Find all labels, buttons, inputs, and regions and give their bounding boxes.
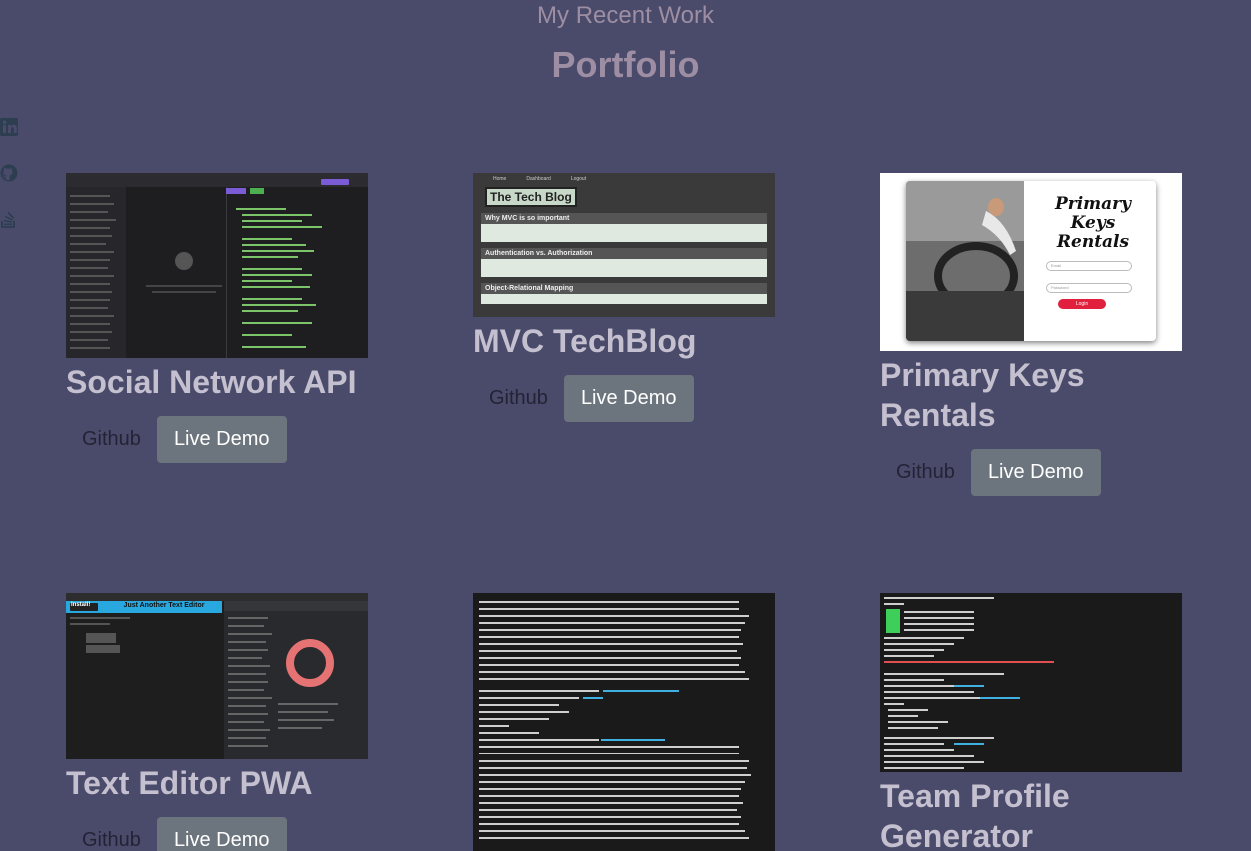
project-card-social-network-api: Social Network API Github Live Demo [66,173,368,463]
stackoverflow-icon[interactable] [0,210,18,228]
project-title: Text Editor PWA [66,765,313,801]
github-link[interactable]: Github [473,387,564,410]
github-link[interactable]: Github [880,461,971,484]
project-title: Social Network API [66,364,357,400]
thumb-post-body [481,294,767,304]
project-card-employee-tracker [473,593,775,851]
live-demo-button[interactable]: Live Demo [156,416,287,463]
thumb-post-body [481,224,767,242]
social-links [0,118,20,256]
project-card-team-profile-generator: Team Profile Generator [880,593,1182,851]
thumb-post-title: Why MVC is so important [481,213,767,224]
thumb-login-button: Login [1058,299,1106,309]
project-title: Primary Keys Rentals [880,357,1085,433]
live-demo-button[interactable]: Live Demo [970,449,1101,496]
thumb-post-body [481,259,767,277]
page-title: Portfolio [551,44,700,85]
thumb-heading: Primary Keys Rentals [1054,194,1132,252]
project-screenshot[interactable]: Install! Just Another Text Editor [66,593,368,759]
thumb-nav-item: Logout [570,176,587,182]
thumb-nav-item: Dashboard [526,176,551,182]
project-screenshot[interactable]: Primary Keys Rentals Email Password Logi… [880,173,1182,351]
live-demo-button[interactable]: Live Demo [156,817,287,851]
project-screenshot[interactable] [66,173,368,358]
terminal-screenshot-image [473,593,775,851]
thumb-login-card: Primary Keys Rentals Email Password Logi… [906,181,1156,341]
github-icon[interactable] [0,164,18,182]
insomnia-screenshot-image [66,173,368,358]
project-screenshot[interactable] [473,593,775,851]
github-link[interactable]: Github [66,829,157,851]
thumb-email-field: Email [1046,261,1132,271]
thumb-heading: The Tech Blog [485,187,577,207]
car-interior-photo [906,181,1024,341]
live-demo-button[interactable]: Live Demo [563,375,694,422]
project-title: Team Profile Generator [880,778,1070,851]
project-card-text-editor-pwa: Install! Just Another Text Editor Text E… [66,593,368,851]
thumb-nav: Home Dashboard Logout [473,173,775,185]
project-card-primary-keys-rentals: Primary Keys Rentals Email Password Logi… [880,173,1182,496]
project-screenshot[interactable]: Home Dashboard Logout The Tech Blog Why … [473,173,775,317]
text-editor-screenshot-image [66,593,368,759]
thumb-password-field: Password [1046,283,1132,293]
project-card-mvc-techblog: Home Dashboard Logout The Tech Blog Why … [473,173,775,422]
portfolio-subtitle: My Recent Work [537,2,714,29]
thumb-post-title: Object-Relational Mapping [481,283,767,294]
project-screenshot[interactable] [880,593,1182,772]
thumb-heading: Just Another Text Editor [123,602,205,609]
thumb-post-title: Authentication vs. Authorization [481,248,767,259]
project-title: MVC TechBlog [473,323,697,359]
github-link[interactable]: Github [66,428,157,451]
thumb-nav-item: Home [493,176,507,182]
thumb-install-button: Install! [71,602,91,608]
terminal-screenshot-image [880,593,1182,772]
linkedin-icon[interactable] [0,118,18,136]
